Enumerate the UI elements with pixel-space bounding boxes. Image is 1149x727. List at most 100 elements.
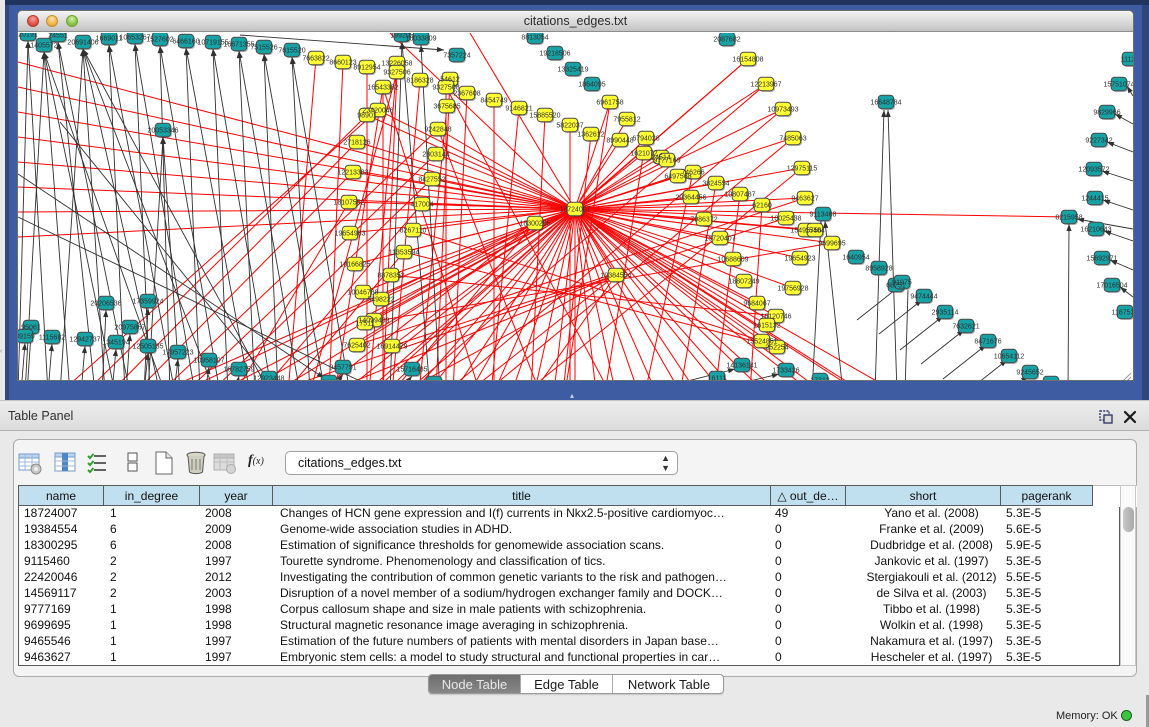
svg-text:20053346: 20053346 <box>147 128 178 135</box>
svg-text:24551: 24551 <box>48 33 68 40</box>
svg-text:7632621: 7632621 <box>952 324 979 331</box>
svg-text:2718126: 2718126 <box>343 140 370 147</box>
svg-text:9245652: 9245652 <box>1016 370 1043 377</box>
svg-text:16120746: 16120746 <box>760 314 791 321</box>
svg-text:6961758: 6961758 <box>596 100 623 107</box>
svg-text:7357224: 7357224 <box>443 53 470 60</box>
svg-text:9411: 9411 <box>321 380 336 381</box>
svg-text:8186328: 8186328 <box>406 78 433 85</box>
svg-text:7485063: 7485063 <box>779 136 806 143</box>
svg-text:12213967: 12213967 <box>750 82 781 89</box>
svg-text:12213383: 12213383 <box>337 170 368 177</box>
svg-text:1527602: 1527602 <box>146 37 173 44</box>
svg-text:17511: 17511 <box>356 321 375 328</box>
svg-text:11123: 11123 <box>1121 57 1133 64</box>
svg-text:8878352: 8878352 <box>377 273 404 280</box>
svg-text:5822037: 5822037 <box>556 123 583 130</box>
svg-text:54612: 54612 <box>440 77 460 84</box>
svg-text:9684067: 9684067 <box>743 301 770 308</box>
svg-text:12505135: 12505135 <box>132 344 163 351</box>
svg-text:16033809: 16033809 <box>405 36 436 43</box>
svg-text:7515526: 7515526 <box>250 45 277 52</box>
svg-text:9113468: 9113468 <box>810 212 837 219</box>
svg-text:19384554: 19384554 <box>600 273 631 280</box>
svg-text:16648784: 16648784 <box>870 100 901 107</box>
svg-text:8990448: 8990448 <box>606 138 633 145</box>
svg-text:10807487: 10807487 <box>724 192 755 199</box>
svg-text:5498222: 5498222 <box>367 297 394 304</box>
svg-text:2367608: 2367608 <box>453 91 480 98</box>
svg-text:18724007: 18724007 <box>559 207 590 214</box>
svg-text:8267110: 8267110 <box>400 228 427 235</box>
svg-text:1864095: 1864095 <box>578 82 605 89</box>
svg-text:16543382: 16543382 <box>367 85 398 92</box>
svg-text:13226058: 13226058 <box>381 61 412 68</box>
svg-text:10688609: 10688609 <box>717 257 748 264</box>
svg-text:2803144: 2803144 <box>422 152 449 159</box>
svg-text:9227342: 9227342 <box>1085 138 1112 145</box>
svg-text:9242848: 9242848 <box>424 127 451 134</box>
svg-text:15751074: 15751074 <box>1103 82 1133 89</box>
svg-text:18300295: 18300295 <box>519 221 550 228</box>
svg-text:417004: 417004 <box>410 202 433 209</box>
svg-text:15692971: 15692971 <box>1086 256 1117 263</box>
svg-text:9474444: 9474444 <box>910 294 937 301</box>
svg-text:20364456: 20364456 <box>675 195 706 202</box>
svg-text:7986372: 7986372 <box>690 217 717 224</box>
svg-text:7615520: 7615520 <box>278 48 305 55</box>
svg-text:16111: 16111 <box>708 376 727 381</box>
svg-text:9457791: 9457791 <box>329 365 356 372</box>
svg-text:11353594: 11353594 <box>389 250 420 257</box>
svg-text:10973493: 10973493 <box>767 107 798 114</box>
svg-text:19166825: 19166825 <box>339 262 370 269</box>
svg-text:3824554: 3824554 <box>702 181 729 188</box>
svg-text:1615132: 1615132 <box>753 323 780 330</box>
svg-text:15885520: 15885520 <box>529 113 560 120</box>
svg-text:16154808: 16154808 <box>732 57 763 64</box>
svg-text:20191: 20191 <box>18 33 38 39</box>
svg-text:1405572: 1405572 <box>30 43 57 50</box>
svg-text:15404: 15404 <box>805 228 825 235</box>
svg-text:19654983: 19654983 <box>334 231 365 238</box>
svg-text:15716485: 15716485 <box>396 367 427 374</box>
svg-text:20975867: 20975867 <box>114 325 145 332</box>
svg-text:39159: 39159 <box>18 334 35 341</box>
svg-text:10958107: 10958107 <box>193 358 224 365</box>
svg-text:98901: 98901 <box>357 113 377 120</box>
svg-text:18107552: 18107552 <box>333 200 364 207</box>
svg-text:17359924: 17359924 <box>132 299 163 306</box>
svg-text:19654923: 19654923 <box>784 256 815 263</box>
svg-text:12093572: 12093572 <box>1078 167 1109 174</box>
svg-text:17312: 17312 <box>810 378 830 381</box>
svg-text:10046788: 10046788 <box>347 290 378 297</box>
svg-text:9699695: 9699695 <box>818 241 845 248</box>
svg-text:10654112: 10654112 <box>994 354 1025 361</box>
svg-text:12975115: 12975115 <box>787 166 818 173</box>
svg-text:9829966: 9829966 <box>1093 110 1120 117</box>
svg-text:19218506: 19218506 <box>539 51 570 58</box>
svg-text:9777169: 9777169 <box>653 158 680 165</box>
svg-text:16210643: 16210643 <box>1080 227 1111 234</box>
svg-text:7625402: 7625402 <box>343 343 370 350</box>
svg-text:8215958: 8215958 <box>1055 215 1082 222</box>
svg-text:20206536: 20206536 <box>90 301 121 308</box>
svg-text:8813054: 8813054 <box>521 35 548 42</box>
svg-text:252254: 252254 <box>765 345 788 352</box>
svg-text:7663822: 7663822 <box>302 56 329 63</box>
svg-text:13325419: 13325419 <box>557 67 588 74</box>
svg-text:12923448: 12923448 <box>253 376 284 381</box>
svg-text:2935114: 2935114 <box>932 310 959 317</box>
svg-text:15720407: 15720407 <box>704 236 735 243</box>
svg-text:6497568: 6497568 <box>664 174 691 181</box>
svg-text:1362612: 1362612 <box>577 132 604 139</box>
svg-text:8958928: 8958928 <box>865 266 892 273</box>
svg-text:7955812: 7955812 <box>613 117 640 124</box>
svg-text:1167533: 1167533 <box>1112 310 1133 317</box>
svg-text:10025438: 10025438 <box>770 216 801 223</box>
svg-text:16782759: 16782759 <box>223 367 254 374</box>
svg-text:18807249: 18807249 <box>728 279 759 286</box>
svg-text:91975: 91975 <box>892 280 912 287</box>
svg-text:8454749: 8454749 <box>480 98 507 105</box>
svg-text:20691406: 20691406 <box>67 40 98 47</box>
svg-text:62160: 62160 <box>752 203 772 210</box>
